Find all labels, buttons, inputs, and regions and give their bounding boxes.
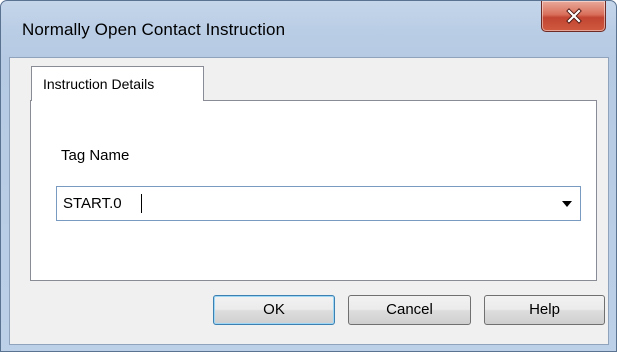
tab-panel: Tag Name xyxy=(30,100,597,281)
cancel-button[interactable]: Cancel xyxy=(348,295,471,325)
close-button[interactable] xyxy=(541,1,606,32)
tab-label: Instruction Details xyxy=(43,76,155,92)
help-button[interactable]: Help xyxy=(484,295,605,325)
tab-instruction-details[interactable]: Instruction Details xyxy=(31,66,204,101)
dialog-window: Normally Open Contact Instruction Instru… xyxy=(0,0,617,352)
tag-name-label: Tag Name xyxy=(61,147,130,164)
dialog-body: Instruction Details Tag Name OK Cancel H… xyxy=(9,57,609,345)
window-title: Normally Open Contact Instruction xyxy=(22,20,286,39)
tag-name-combobox[interactable] xyxy=(56,186,581,221)
close-x-icon xyxy=(566,8,582,24)
ok-button[interactable]: OK xyxy=(213,295,335,325)
tag-name-input[interactable] xyxy=(59,188,557,219)
title-bar[interactable]: Normally Open Contact Instruction xyxy=(1,1,616,57)
chevron-down-icon[interactable] xyxy=(562,201,572,207)
text-cursor xyxy=(141,194,142,213)
